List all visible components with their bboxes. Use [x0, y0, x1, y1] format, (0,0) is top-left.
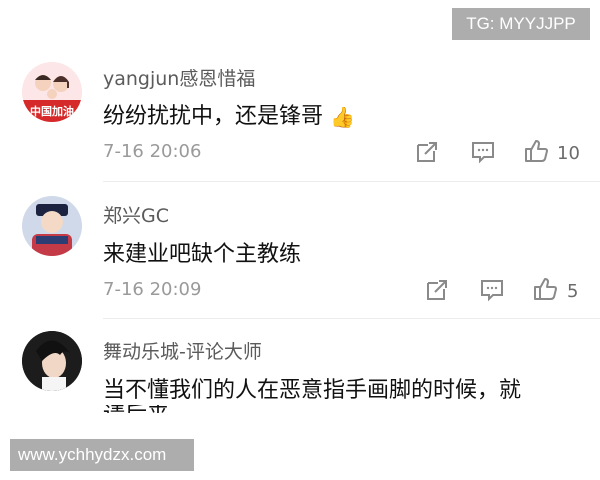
comment-text: 当不懂我们的人在恶意指手画脚的时候，就 [103, 378, 522, 403]
comment-divider [103, 181, 600, 182]
like-count: 5 [567, 281, 579, 302]
comment-username[interactable]: yangjun感恩惜福 [103, 64, 255, 91]
comment-username[interactable]: 郑兴GC [103, 201, 169, 228]
comment-divider [103, 318, 600, 319]
avatar-figure-icon [22, 196, 82, 256]
comment-time: 7-16 20:09 [103, 279, 202, 300]
watermark-bottom: www.ychhydzx.com [10, 439, 194, 471]
like-count: 10 [557, 143, 580, 164]
avatar[interactable] [22, 196, 82, 256]
share-icon[interactable] [424, 277, 450, 303]
share-icon[interactable] [414, 139, 440, 165]
comment-time: 7-16 20:06 [103, 141, 202, 162]
avatar-portrait-icon [22, 331, 82, 391]
comment-icon[interactable] [470, 139, 496, 165]
comment-username[interactable]: 舞动乐城-评论大师 [103, 337, 262, 364]
avatar[interactable]: 中国加油 [22, 62, 82, 122]
like-icon[interactable] [523, 138, 549, 164]
comment-text-body: 纷纷扰扰中，还是锋哥 [103, 104, 324, 129]
like-icon[interactable] [532, 276, 558, 302]
comment-text: 纷纷扰扰中，还是锋哥 👍 [103, 98, 355, 130]
thumbs-up-emoji: 👍 [330, 105, 355, 129]
watermark-top: TG: MYYJJPP [452, 8, 590, 40]
comment-text: 来建业吧缺个主教练 [103, 242, 302, 267]
comment-text-cut: 请后来 [103, 405, 169, 413]
comment-icon[interactable] [479, 277, 505, 303]
avatar[interactable] [22, 331, 82, 391]
avatar-caption: 中国加油 [30, 105, 74, 118]
